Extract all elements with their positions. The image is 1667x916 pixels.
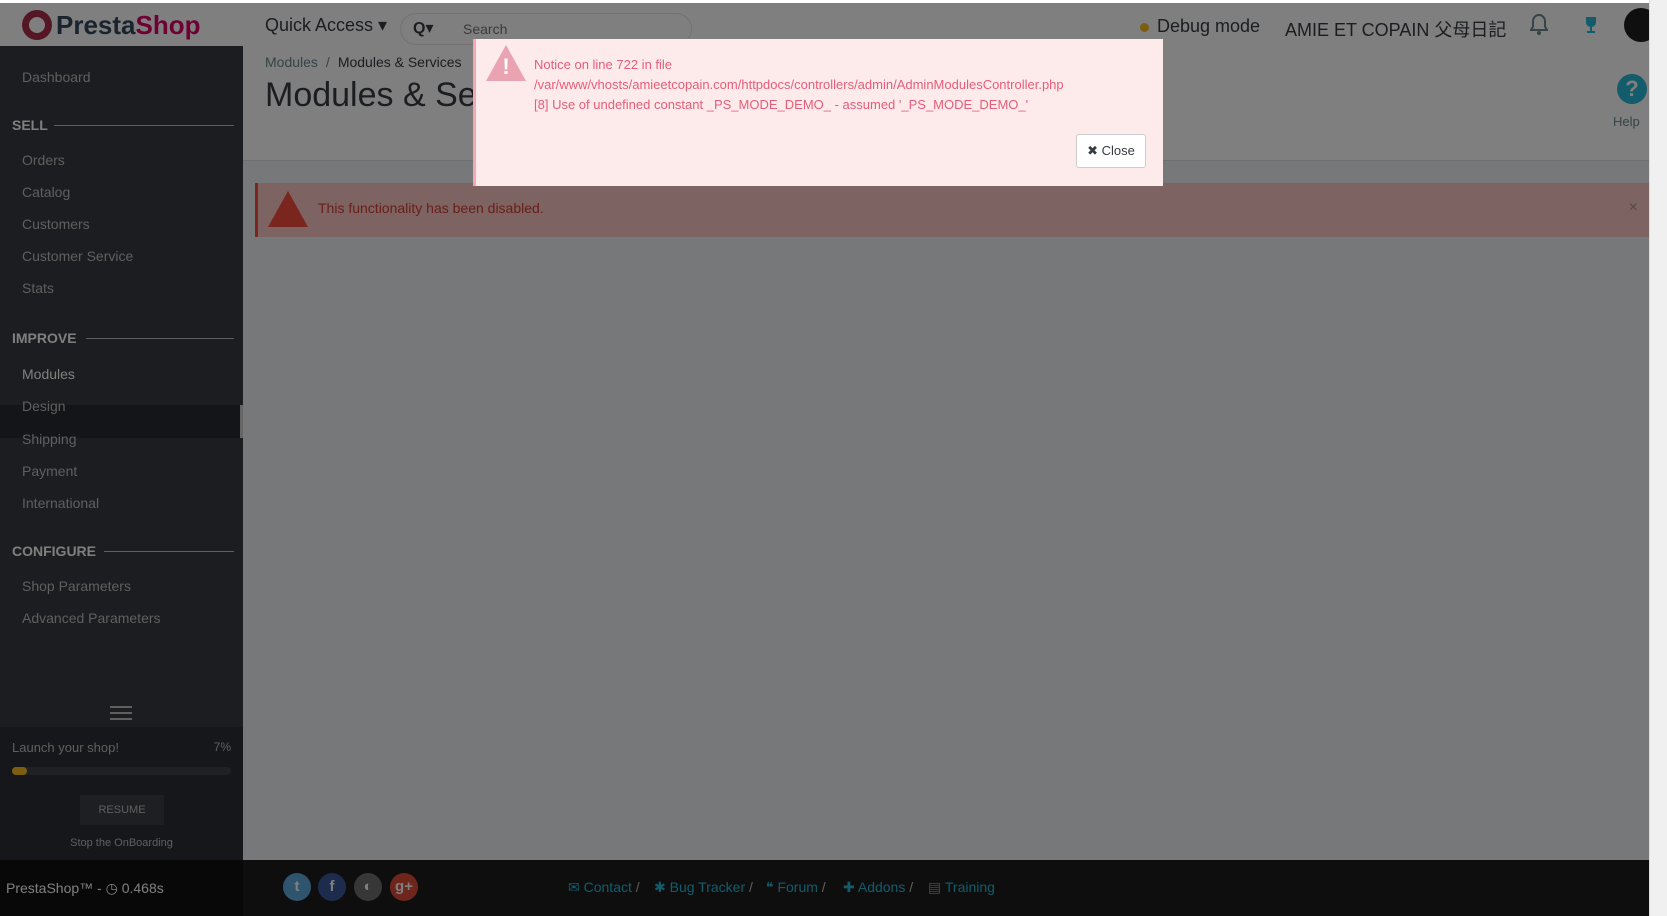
scrollbar[interactable]	[1649, 0, 1667, 916]
warning-exclamation: !	[502, 54, 510, 79]
notice-modal: ! Notice on line 722 in file /var/www/vh…	[473, 39, 1163, 186]
close-button[interactable]: ✖ Close	[1076, 134, 1146, 168]
notice-line-1: Notice on line 722 in file	[534, 57, 673, 72]
notice-line-2: /var/www/vhosts/amieetcopain.com/httpdoc…	[534, 77, 1064, 92]
notice-message: Notice on line 722 in file /var/www/vhos…	[534, 55, 1064, 115]
notice-line-3: [8] Use of undefined constant _PS_MODE_D…	[534, 97, 1029, 112]
